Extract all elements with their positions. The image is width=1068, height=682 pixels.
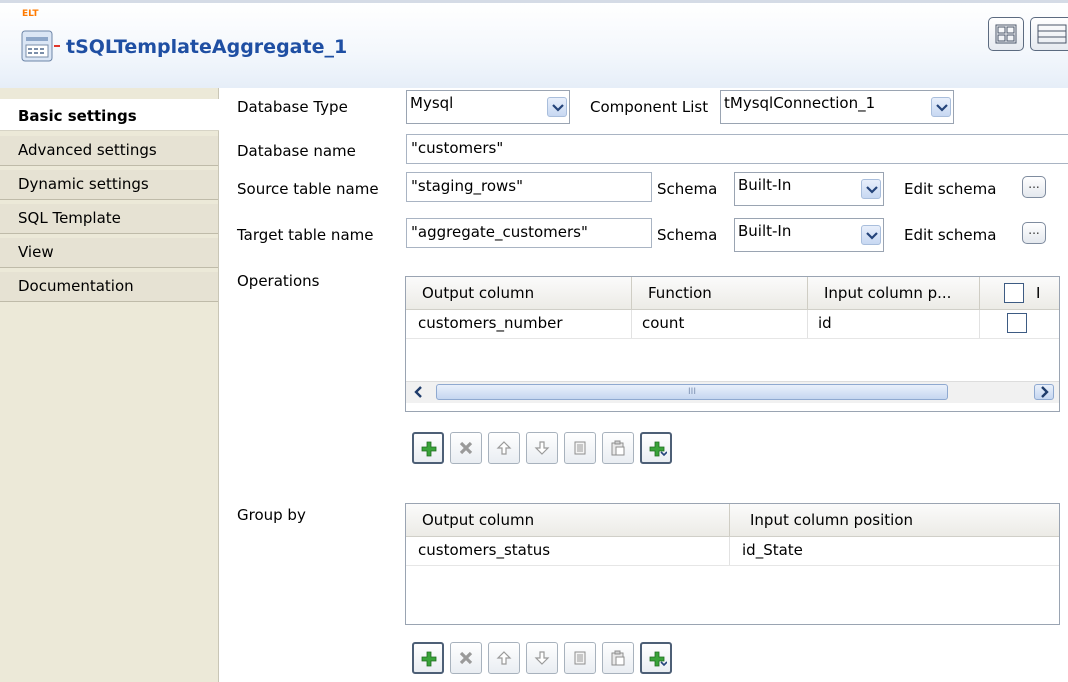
cell-output-column[interactable]: customers_number	[406, 310, 632, 338]
insert-icon	[649, 651, 667, 667]
cell-function[interactable]: count	[632, 310, 808, 338]
table-row[interactable]: customers_status id_State	[406, 537, 1059, 566]
group-by-table: Output column Input column position cust…	[405, 503, 1060, 625]
copy-button[interactable]	[564, 432, 596, 464]
target-schema-label: Schema	[657, 226, 718, 244]
delete-icon	[459, 441, 473, 455]
component-list-value: tMysqlConnection_1	[724, 94, 876, 112]
insert-row-button[interactable]	[640, 642, 672, 674]
tab-view[interactable]: View	[0, 238, 218, 268]
chevron-down-icon[interactable]	[861, 179, 881, 199]
paste-button[interactable]	[602, 432, 634, 464]
scroll-thumb[interactable]: III	[436, 384, 948, 400]
group-by-label: Group by	[237, 506, 306, 524]
database-type-select[interactable]: Mysql	[406, 90, 570, 124]
operations-table-header: Output column Function Input column p...…	[406, 277, 1059, 310]
move-down-button[interactable]	[526, 432, 558, 464]
column-header-function[interactable]: Function	[632, 277, 808, 309]
delete-row-button[interactable]	[450, 642, 482, 674]
copy-icon	[574, 441, 586, 455]
component-title: tSQLTemplateAggregate_1	[66, 36, 348, 58]
add-row-button[interactable]	[412, 642, 444, 674]
column-header-output[interactable]: Output column	[406, 277, 632, 309]
delete-icon	[459, 651, 473, 665]
target-schema-select[interactable]: Built-In	[734, 218, 884, 252]
horizontal-scrollbar[interactable]: III	[406, 381, 1059, 403]
copy-icon	[574, 651, 586, 665]
chevron-down-icon[interactable]	[931, 97, 951, 117]
settings-sidebar: Basic settings Advanced settings Dynamic…	[0, 88, 219, 682]
cell-input-column[interactable]: id	[808, 310, 980, 338]
move-down-button[interactable]	[526, 642, 558, 674]
operations-table: Output column Function Input column p...…	[405, 276, 1060, 412]
delete-row-button[interactable]	[450, 432, 482, 464]
tab-advanced-settings[interactable]: Advanced settings	[0, 136, 218, 166]
paste-button[interactable]	[602, 642, 634, 674]
target-edit-schema-label: Edit schema	[904, 226, 997, 244]
tab-sql-template[interactable]: SQL Template	[0, 204, 218, 234]
chevron-down-icon[interactable]	[861, 225, 881, 245]
sidebar-spacer	[0, 88, 218, 98]
chevron-down-icon[interactable]	[547, 97, 567, 117]
source-table-label: Source table name	[237, 180, 379, 198]
cell-input-column[interactable]: id_State	[730, 537, 1059, 565]
target-table-field[interactable]: "aggregate_customers"	[406, 218, 652, 248]
move-up-icon	[496, 441, 512, 455]
table-row[interactable]: customers_number count id	[406, 310, 1059, 339]
operations-label: Operations	[237, 272, 320, 290]
add-row-button[interactable]	[412, 432, 444, 464]
source-schema-value: Built-In	[738, 176, 792, 194]
list-view-button[interactable]	[1030, 17, 1068, 51]
source-schema-select[interactable]: Built-In	[734, 172, 884, 206]
row-checkbox[interactable]	[1007, 313, 1027, 333]
target-edit-schema-button[interactable]: ...	[1022, 222, 1046, 244]
insert-icon	[649, 441, 667, 457]
scroll-right-icon[interactable]	[1034, 384, 1054, 400]
move-up-button[interactable]	[488, 642, 520, 674]
column-header-input-position[interactable]: Input column position	[730, 504, 1059, 536]
move-down-icon	[534, 651, 550, 665]
add-icon	[421, 441, 437, 457]
database-name-field[interactable]: "customers"	[406, 134, 1068, 164]
tab-documentation[interactable]: Documentation	[0, 272, 218, 302]
group-by-table-header: Output column Input column position	[406, 504, 1059, 537]
insert-row-button[interactable]	[640, 432, 672, 464]
component-header: ELT tSQLTemplateAggregate_1	[0, 0, 1068, 88]
move-up-icon	[496, 651, 512, 665]
target-schema-value: Built-In	[738, 222, 792, 240]
tab-basic-settings[interactable]: Basic settings	[0, 99, 219, 131]
copy-button[interactable]	[564, 642, 596, 674]
target-table-label: Target table name	[237, 226, 374, 244]
source-edit-schema-button[interactable]: ...	[1022, 176, 1046, 198]
paste-icon	[611, 650, 625, 666]
column-header-input-position[interactable]: Input column p...	[808, 277, 980, 309]
paste-icon	[611, 440, 625, 456]
elt-component-icon	[18, 23, 62, 67]
add-icon	[421, 651, 437, 667]
move-down-icon	[534, 441, 550, 455]
grid-view-button[interactable]	[988, 17, 1024, 51]
database-type-value: Mysql	[410, 94, 454, 112]
database-name-label: Database name	[237, 142, 356, 160]
component-list-select[interactable]: tMysqlConnection_1	[720, 90, 954, 124]
column-header-output[interactable]: Output column	[406, 504, 730, 536]
list-view-icon	[1037, 24, 1067, 44]
source-schema-label: Schema	[657, 180, 718, 198]
source-edit-schema-label: Edit schema	[904, 180, 997, 198]
select-all-checkbox[interactable]	[1004, 283, 1024, 303]
component-list-label: Component List	[590, 98, 709, 116]
grid-view-icon	[995, 24, 1017, 44]
tab-dynamic-settings[interactable]: Dynamic settings	[0, 170, 218, 200]
elt-badge: ELT	[22, 9, 39, 19]
scroll-left-icon[interactable]	[410, 384, 428, 400]
move-up-button[interactable]	[488, 432, 520, 464]
database-type-label: Database Type	[237, 98, 348, 116]
cell-output-column[interactable]: customers_status	[406, 537, 730, 565]
source-table-field[interactable]: "staging_rows"	[406, 172, 652, 202]
